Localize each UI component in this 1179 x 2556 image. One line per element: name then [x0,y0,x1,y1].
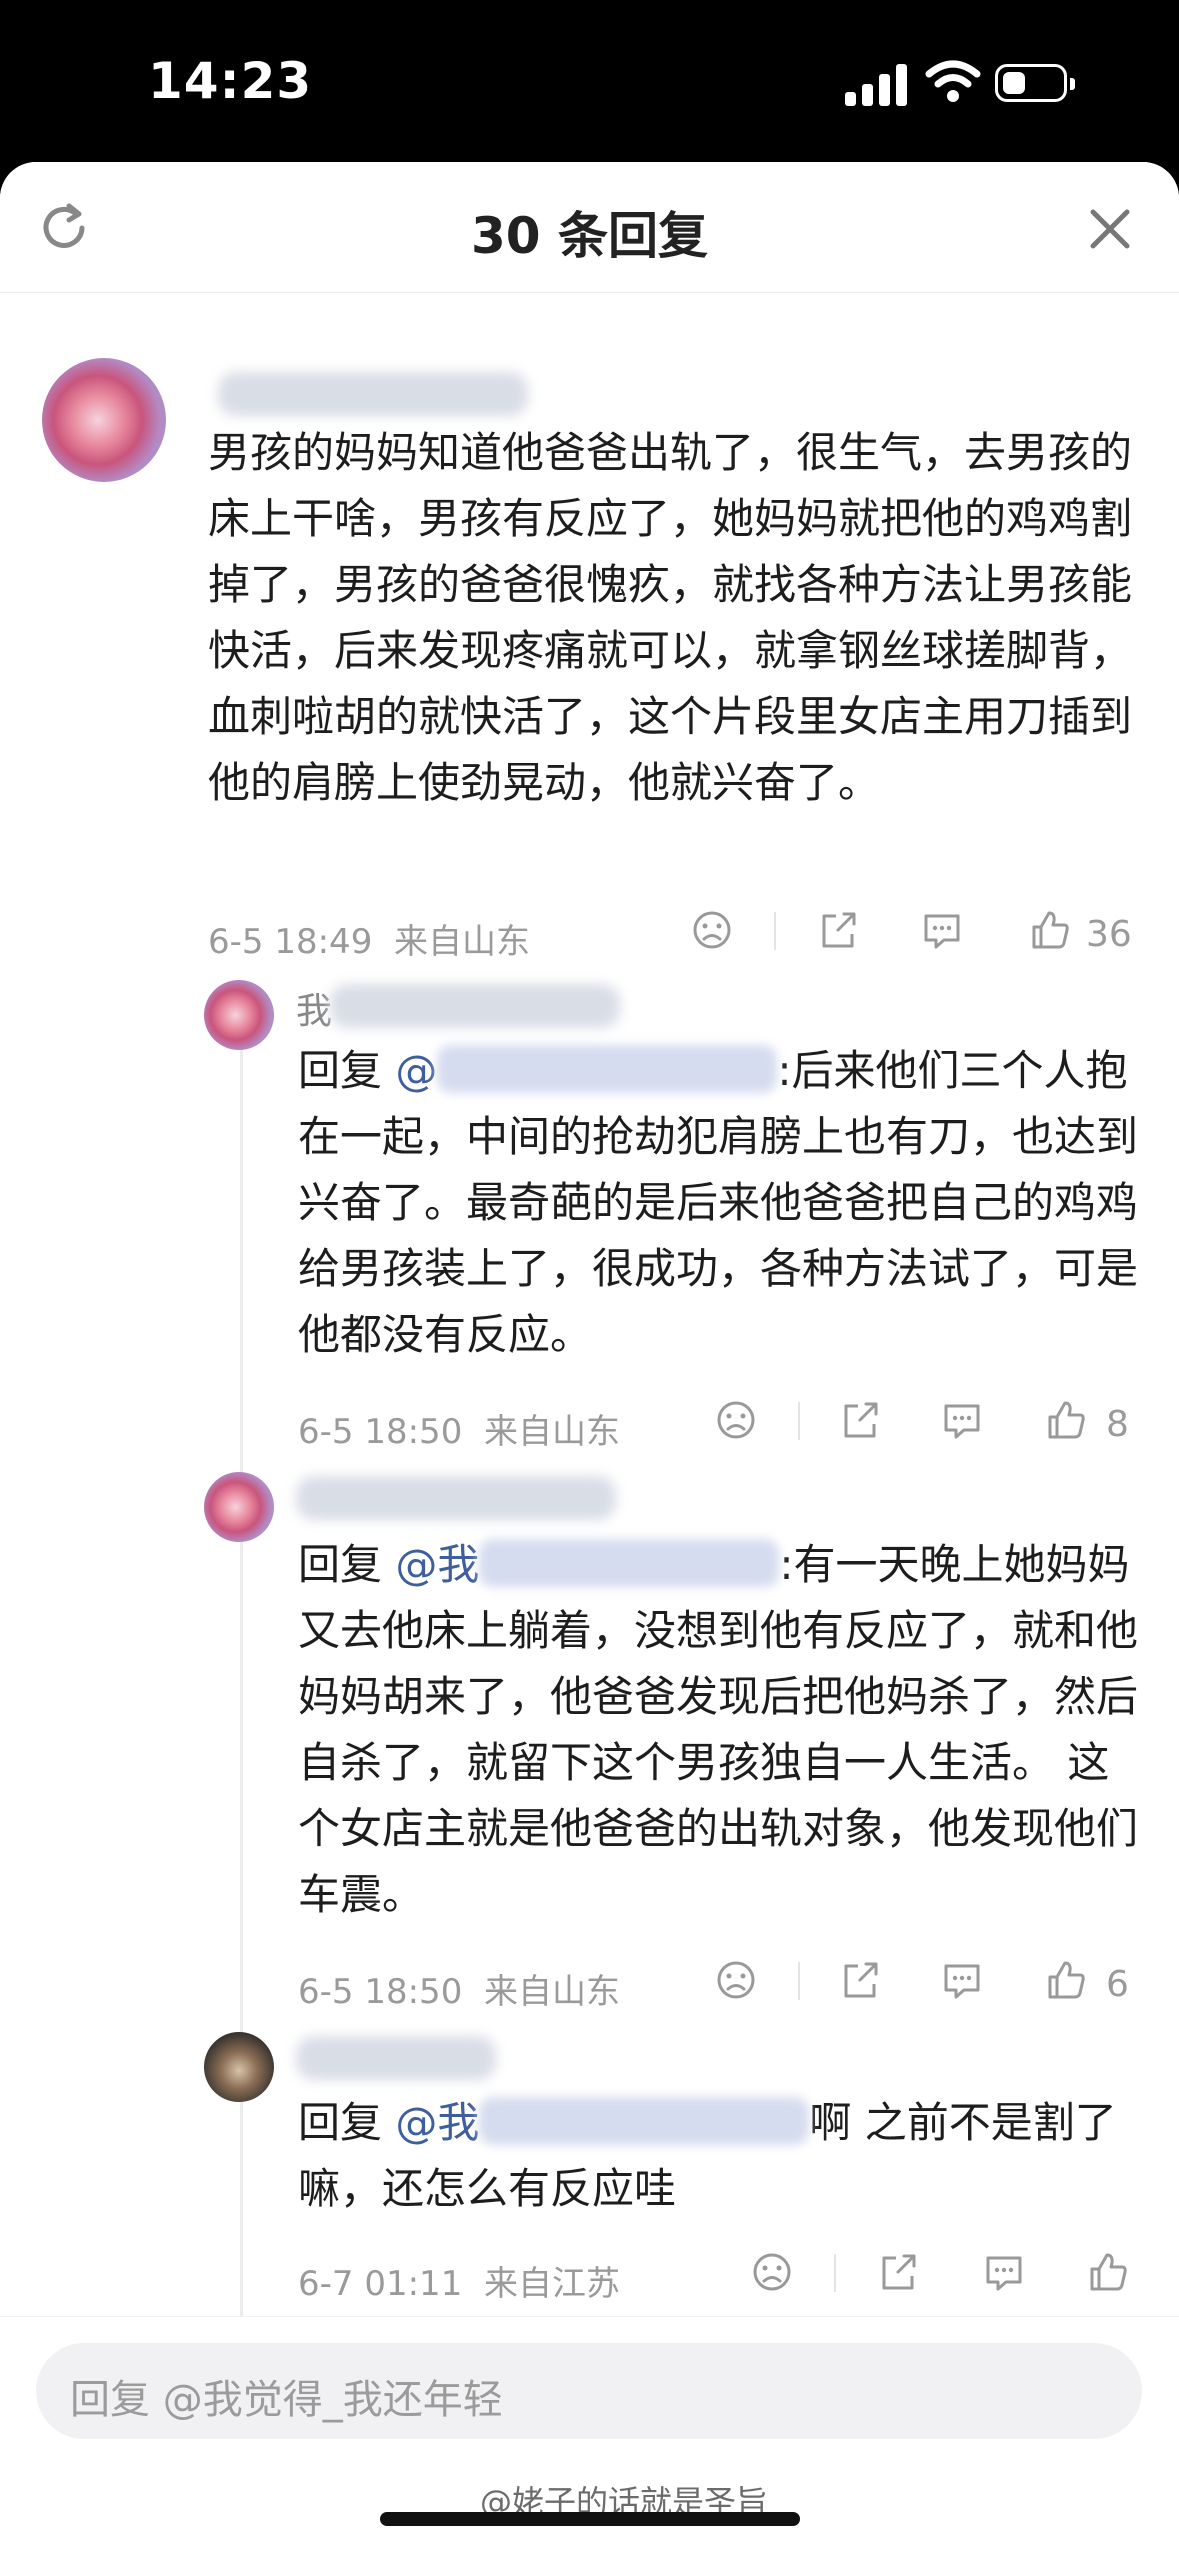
scrolled-content-edge [0,292,1179,310]
avatar[interactable] [204,1472,274,1542]
home-indicator[interactable] [380,2512,800,2526]
blurred-mention [479,2097,810,2145]
reply-text: 回复 @我啊 之前不是割了嘛，还怎么有反应哇 [298,2090,1140,2222]
like-icon[interactable] [1028,908,1072,952]
reply-meta: 6-7 01:11 来自江苏 [298,2250,1138,2304]
reply-meta: 6-5 18:50 来自山东 8 [298,1398,1138,1452]
like-count: 36 [1086,914,1132,955]
comment-icon[interactable] [982,2250,1026,2294]
replies-sheet: 30 条回复 男孩的妈妈知道他爸爸出轨了，很生气，去男孩的床上干啥，男孩有反应了… [0,162,1179,2556]
like-icon[interactable] [1044,1398,1088,1442]
blurred-mention [479,1539,780,1587]
reply-meta: 6-5 18:50 来自山东 6 [298,1958,1138,2012]
dislike-icon[interactable] [714,1958,758,2002]
reply-time: 6-5 18:50 [298,1412,463,1452]
mention-link[interactable]: @我 [395,1540,479,1589]
share-icon[interactable] [816,908,860,952]
cellular-signal-icon [845,62,909,106]
reply-prefix: 回复 [298,1046,383,1095]
reply-actions: 8 [714,1398,1138,1448]
avatar[interactable] [204,980,274,1050]
blurred-username [296,2036,496,2080]
dislike-icon[interactable] [690,908,734,952]
comment-location: 来自山东 [393,922,530,962]
like-icon[interactable] [1086,2250,1130,2294]
dislike-icon[interactable] [714,1398,758,1442]
like-count: 6 [1106,1964,1129,2005]
share-icon[interactable] [838,1958,882,2002]
reply-location: 来自江苏 [483,2264,620,2304]
comment-icon[interactable] [920,908,964,952]
blurred-username [330,984,620,1028]
reply-location: 来自山东 [483,1412,620,1452]
reply-text: 回复 @:后来他们三个人抱在一起，中间的抢劫犯肩膀上也有刀，也达到兴奋了。最奇葩… [298,1038,1140,1368]
reply-actions [750,2250,1138,2300]
reply-prefix: 回复 [298,1540,383,1589]
reply-time: 6-7 01:11 [298,2264,463,2304]
sheet-header: 30 条回复 [0,162,1179,293]
blurred-mention [437,1045,778,1093]
share-icon[interactable] [838,1398,882,1442]
reply-text: 回复 @我:有一天晚上她妈妈又去他床上躺着，没想到他有反应了，就和他妈妈胡来了，… [298,1532,1140,1928]
avatar[interactable] [204,2032,274,2102]
status-time: 14:23 [148,52,313,110]
comment-actions: 36 [688,908,1148,958]
reply-time: 6-5 18:50 [298,1972,463,2012]
avatar[interactable] [42,358,166,482]
reply-footer: 回复 @我觉得_我还年轻 @姥子的话就是圣旨 [0,2316,1179,2556]
comment-icon[interactable] [940,1958,984,2002]
reply-body: :有一天晚上她妈妈又去他床上躺着，没想到他有反应了，就和他妈妈胡来了，他爸爸发现… [298,1540,1139,1919]
reply-actions: 6 [714,1958,1138,2008]
like-count: 8 [1106,1404,1129,1445]
sheet-title: 30 条回复 [471,207,708,265]
reply-input-placeholder: 回复 @我觉得_我还年轻 [70,2377,503,2423]
comment-text: 男孩的妈妈知道他爸爸出轨了，很生气，去男孩的床上干啥，男孩有反应了，她妈妈就把他… [208,428,1133,807]
share-icon[interactable] [876,2250,920,2294]
comment-time: 6-5 18:49 [208,922,373,962]
reply-prefix: 回复 [298,2098,383,2147]
blurred-username [218,372,528,416]
like-icon[interactable] [1044,1958,1088,2002]
blurred-username [296,1476,616,1520]
comment-meta: 6-5 18:49 来自山东 36 [208,908,1148,962]
comment-icon[interactable] [940,1398,984,1442]
reply-username-initial: 我 [296,991,333,1032]
mention-link[interactable]: @我 [395,2098,479,2147]
dislike-icon[interactable] [750,2250,794,2294]
close-icon[interactable] [1085,204,1135,254]
wifi-icon [925,60,981,102]
reply-input[interactable]: 回复 @我觉得_我还年轻 [36,2343,1142,2439]
reply-location: 来自山东 [483,1972,620,2012]
battery-icon [995,64,1075,102]
thread-line [240,1032,243,2482]
mention-link[interactable]: @ [395,1046,437,1095]
status-bar: 14:23 [0,0,1179,160]
